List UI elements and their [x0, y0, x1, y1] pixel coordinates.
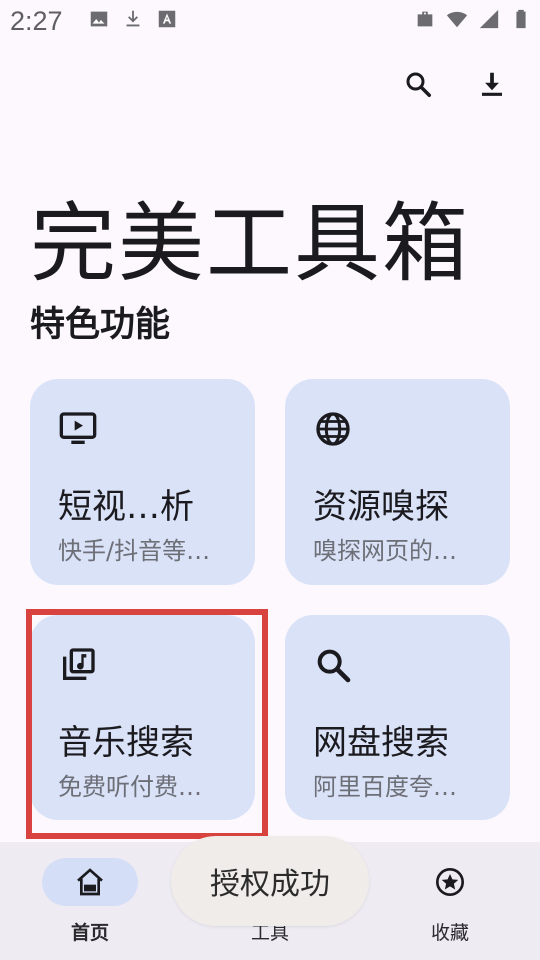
- tv-icon: [59, 412, 97, 444]
- nav-active-pill: [42, 858, 138, 906]
- nav-item-favorites[interactable]: 收藏: [360, 842, 540, 960]
- status-notification-icons: [88, 8, 178, 30]
- nav-label: 收藏: [430, 922, 469, 944]
- card-title: 资源嗅探: [313, 487, 449, 527]
- star-badge-icon: [436, 868, 464, 896]
- download-status-icon: [126, 10, 140, 27]
- card-title: 音乐搜索: [58, 723, 194, 763]
- card-resource-sniff[interactable]: 资源嗅探 嗅探网页的…: [285, 379, 510, 585]
- app-title: 完美工具箱: [30, 194, 470, 294]
- card-desc: 阿里百度夸…: [313, 773, 457, 801]
- card-desc: 免费听付费…: [58, 773, 202, 801]
- search-icon: [317, 649, 351, 683]
- signal-icon: [479, 9, 499, 29]
- home-icon: [77, 868, 103, 896]
- card-title: 网盘搜索: [313, 723, 449, 763]
- card-short-video-parse[interactable]: 短视…析 快手/抖音等…: [30, 379, 255, 585]
- card-desc: 快手/抖音等…: [58, 537, 211, 565]
- globe-icon: [316, 412, 350, 446]
- card-music-search[interactable]: 音乐搜索 免费听付费…: [30, 615, 255, 820]
- download-button[interactable]: [476, 64, 508, 104]
- gallery-icon: [90, 11, 108, 27]
- nav-icon-wrap: [402, 858, 498, 906]
- toast-message: 授权成功: [171, 836, 369, 926]
- music-library-icon: [63, 648, 95, 680]
- section-title: 特色功能: [30, 305, 171, 345]
- wifi-icon: [446, 11, 468, 28]
- top-actions: [402, 64, 508, 104]
- battery-icon: [516, 9, 526, 29]
- download-icon: [482, 72, 502, 96]
- status-system-icons: [414, 8, 532, 30]
- briefcase-icon: [417, 11, 433, 27]
- search-icon: [406, 72, 431, 97]
- card-netdisk-search[interactable]: 网盘搜索 阿里百度夸…: [285, 615, 510, 820]
- status-bar: 2:27: [0, 0, 540, 44]
- nav-item-home[interactable]: 首页: [0, 842, 180, 960]
- nav-label: 首页: [70, 922, 109, 944]
- keyboard-a-icon: [158, 10, 176, 28]
- status-time: 2:27: [10, 6, 63, 36]
- card-title: 短视…析: [58, 487, 194, 527]
- card-desc: 嗅探网页的…: [313, 537, 457, 565]
- search-button[interactable]: [402, 64, 434, 104]
